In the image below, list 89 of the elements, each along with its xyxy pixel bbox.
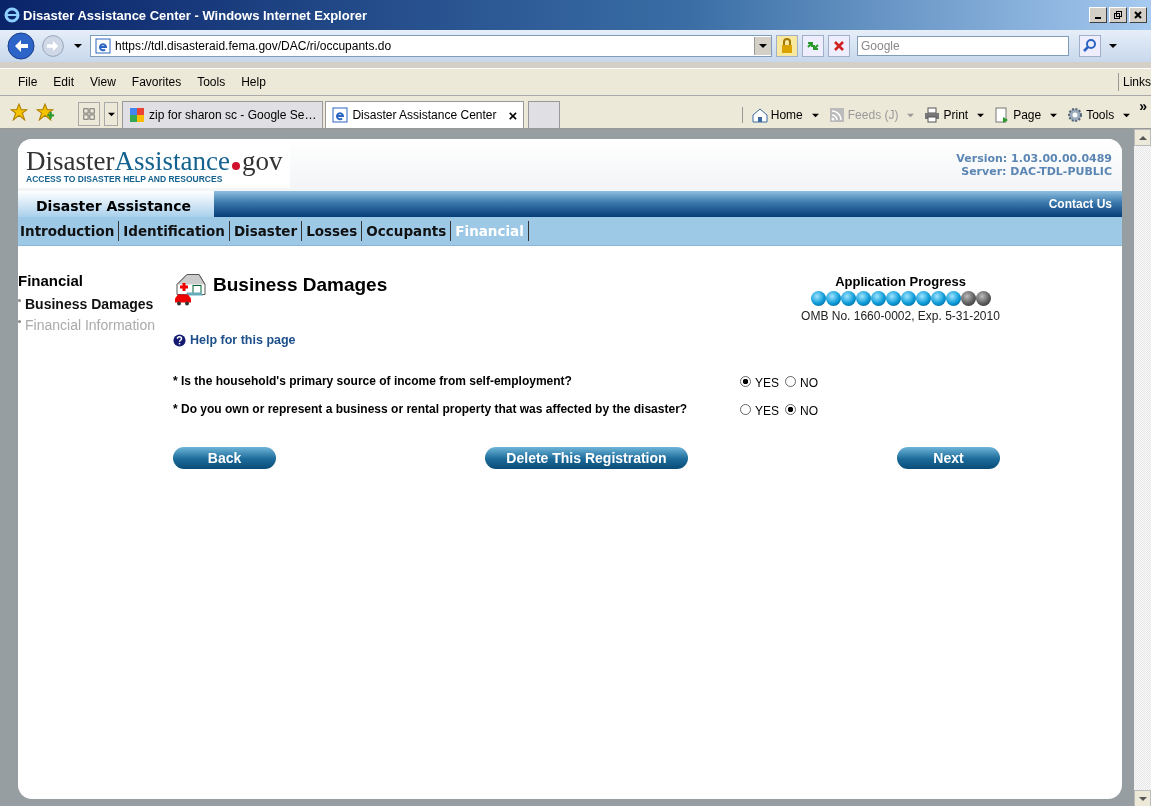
scrollbar[interactable] xyxy=(1134,129,1151,806)
help-icon xyxy=(173,333,186,347)
page-icon xyxy=(95,38,111,54)
close-tab-button[interactable]: × xyxy=(508,106,518,124)
stop-button[interactable] xyxy=(828,35,850,57)
caret-icon xyxy=(107,110,115,118)
nav-tab[interactable]: Occupants xyxy=(362,221,452,241)
menu-item[interactable]: View xyxy=(82,73,124,91)
add-favorite-icon[interactable] xyxy=(36,103,54,121)
search-icon xyxy=(1082,38,1098,54)
tab-list-button[interactable] xyxy=(104,102,118,126)
help-link[interactable]: Help for this page xyxy=(190,333,296,347)
bullet-icon xyxy=(18,299,21,302)
radio-label: NO xyxy=(800,403,818,418)
scroll-down-button[interactable] xyxy=(1134,790,1151,806)
close-icon xyxy=(1133,10,1143,20)
browser-logo-icon xyxy=(4,7,20,23)
radio-label: NO xyxy=(800,375,818,390)
search-field[interactable]: Google xyxy=(857,36,1069,56)
caret-icon xyxy=(907,111,915,119)
server-text: Server: DAC-TDL-PUBLIC xyxy=(960,165,1112,178)
nav-tab[interactable]: Losses xyxy=(302,221,363,241)
caret-icon xyxy=(1123,111,1131,119)
grid-icon xyxy=(82,107,96,121)
minimize-icon xyxy=(1095,17,1101,19)
browser-tab[interactable]: Disaster Assistance Center × xyxy=(325,101,525,128)
nav-tab[interactable]: Identification xyxy=(119,221,230,241)
refresh-button[interactable] xyxy=(802,35,824,57)
caret-icon[interactable] xyxy=(74,42,82,50)
version-text: Version: 1.03.00.00.0489 xyxy=(956,152,1112,165)
security-button[interactable] xyxy=(776,35,798,57)
menu-item[interactable]: Tools xyxy=(189,73,234,91)
links-menu[interactable]: Links xyxy=(1118,73,1151,91)
site-logo[interactable]: DisasterAssistance gov ACCESS TO DISASTER HELP AND RESOURCES xyxy=(18,142,291,188)
restore-icon xyxy=(1113,10,1123,20)
home-icon xyxy=(751,107,768,123)
command-button[interactable]: Tools xyxy=(1064,107,1134,123)
scroll-up-button[interactable] xyxy=(1134,129,1151,146)
omb-text: OMB No. 1660-0002, Exp. 5-31-2010 xyxy=(800,309,1001,323)
menu-item[interactable]: Edit xyxy=(45,73,83,91)
up-arrow-icon xyxy=(1138,133,1147,142)
close-button[interactable] xyxy=(1129,7,1147,23)
progress-title: Application Progress xyxy=(834,274,967,289)
feed-icon xyxy=(828,107,845,123)
more-commands-button[interactable]: » xyxy=(1139,98,1147,114)
command-button[interactable]: Home xyxy=(748,107,822,123)
radio-button[interactable] xyxy=(740,375,751,387)
squares-icon xyxy=(129,107,145,123)
sidebar-heading: Financial xyxy=(18,272,85,289)
menu-item[interactable]: Help xyxy=(233,73,274,91)
form-button[interactable]: Delete This Registration xyxy=(485,447,688,469)
radio-button[interactable] xyxy=(740,403,751,415)
menu-item[interactable]: Favorites xyxy=(123,73,190,91)
star-icon[interactable] xyxy=(10,103,28,121)
radio-label: YES xyxy=(755,375,779,390)
radio-button[interactable] xyxy=(785,375,796,387)
minimize-button[interactable] xyxy=(1089,7,1107,23)
menu-item[interactable]: File xyxy=(10,73,46,91)
form-button[interactable]: Next xyxy=(897,447,1000,469)
address-field[interactable]: https://tdl.disasteraid.fema.gov/DAC/ri/occupants.do xyxy=(90,35,772,57)
caret-icon xyxy=(759,42,767,50)
command-button[interactable]: Page xyxy=(991,107,1061,123)
address-dropdown-button[interactable] xyxy=(754,37,771,55)
caret-icon xyxy=(811,111,819,119)
back-button[interactable] xyxy=(6,31,36,61)
window-title: Disaster Assistance Center - Windows Internet Explorer xyxy=(23,7,368,23)
caret-icon xyxy=(1050,111,1058,119)
command-button[interactable]: Print xyxy=(921,107,988,123)
browser-tab[interactable]: zip for sharon sc - Google Se… xyxy=(122,101,324,128)
caret-icon[interactable] xyxy=(1109,42,1117,50)
radio-label: YES xyxy=(755,403,779,418)
nav-tab[interactable]: Introduction xyxy=(18,221,120,241)
lock-icon xyxy=(779,38,795,54)
question-text: * Do you own or represent a business or rental property that was affected by the disaster? xyxy=(173,402,689,416)
form-button[interactable]: Back xyxy=(173,447,276,469)
question-text: * Is the household's primary source of income from self-employment? xyxy=(173,374,573,388)
radio-button[interactable] xyxy=(785,403,796,415)
caret-icon xyxy=(977,111,985,119)
page-title: Business Damages xyxy=(213,274,388,296)
nav-tab[interactable]: Disaster xyxy=(229,221,303,241)
gear-icon xyxy=(1067,107,1084,123)
contact-link[interactable]: Contact Us xyxy=(1048,191,1122,217)
restore-button[interactable] xyxy=(1109,7,1127,23)
sidebar-item[interactable]: Business Damages xyxy=(25,295,154,312)
search-button[interactable] xyxy=(1079,35,1101,57)
down-arrow-icon xyxy=(1138,794,1147,803)
page-icon xyxy=(332,107,349,123)
bullet-icon xyxy=(18,320,21,323)
printer-icon xyxy=(924,107,941,123)
